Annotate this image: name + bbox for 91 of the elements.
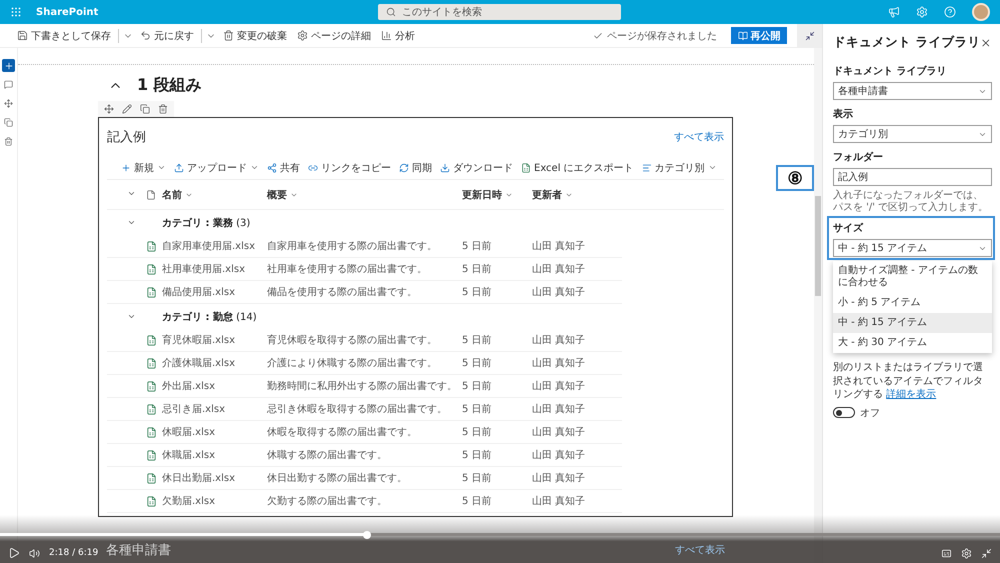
modified-cell-text: 5 日前	[462, 472, 493, 485]
summary-cell-text: 休職する際の届出書です。	[267, 448, 388, 462]
author-cell-text: 山田 真知子	[532, 448, 586, 462]
field-label: 表示	[833, 108, 854, 121]
file-name[interactable]: 休職届.xlsx	[162, 448, 267, 462]
modified-cell-text: 5 日前	[462, 286, 493, 299]
file-name[interactable]: 社用車使用届.xlsx	[162, 262, 267, 276]
modified-cell-text: 5 日前	[462, 380, 493, 393]
dropdown-option[interactable]: 大 - 約 30 アイテム	[833, 333, 992, 353]
toolbar-button[interactable]: ダウンロード	[440, 160, 513, 174]
field-hint: 入れ子になったフォルダーでは、パスを '/' で区切って入力します。	[833, 190, 990, 214]
file-name[interactable]: 外出届.xlsx	[162, 379, 267, 393]
file-name[interactable]: 育児休暇届.xlsx	[162, 333, 267, 347]
field-label: サイズ	[833, 222, 864, 235]
section-title: 1 段組み	[137, 74, 202, 96]
toolbar-button[interactable]: 同期	[399, 160, 432, 174]
modified-cell-text: 5 日前	[462, 449, 493, 462]
dropdown-option[interactable]: 小 - 約 5 アイテム	[833, 293, 992, 313]
author-cell-text: 山田 真知子	[532, 494, 586, 508]
view-button[interactable]: カテゴリ別	[642, 160, 717, 174]
toolbar-button[interactable]: アップロード	[174, 160, 259, 174]
see-all-link[interactable]: すべて表示	[675, 543, 725, 557]
file-name[interactable]: 介護休職届.xlsx	[162, 356, 267, 370]
author-cell-text: 山田 真知子	[532, 402, 586, 416]
summary-cell-text: 休日出勤する際の届出書です。	[267, 472, 408, 485]
author-cell-text: 山田 真知子	[532, 356, 586, 370]
step-number: ⑧	[776, 165, 814, 191]
file-name[interactable]: 自家用車使用届.xlsx	[162, 239, 267, 253]
file-name[interactable]: 忌引き届.xlsx	[162, 402, 267, 416]
author-cell-text: 山田 真知子	[532, 262, 586, 276]
dropdown-option[interactable]: 自動サイズ調整 - アイテムの数に合わせる	[833, 261, 992, 293]
author-cell-text: 山田 真知子	[532, 334, 586, 347]
group-title: カテゴリ : 業務 (3)	[162, 216, 252, 230]
modified-cell-text: 5 日前	[462, 403, 493, 416]
command-button[interactable]: 変更の破棄	[220, 28, 290, 42]
toolbar-button[interactable]: 新規	[121, 160, 166, 174]
group-title: カテゴリ : 勤怠 (14)	[162, 310, 258, 324]
author-cell-text: 山田 真知子	[532, 426, 586, 439]
details-link[interactable]: 詳細を表示	[886, 389, 936, 400]
toolbar-button[interactable]: Excel にエクスポート	[521, 160, 634, 174]
toolbar-button[interactable]: 共有	[267, 160, 300, 174]
command-button[interactable]: 分析	[378, 28, 418, 42]
playback-time: 2:18 / 6:19	[49, 548, 98, 558]
file-name[interactable]: 休日出勤届.xlsx	[162, 471, 267, 485]
author-cell-text: 山田 真知子	[532, 380, 586, 393]
file-name[interactable]: 休暇届.xlsx	[162, 425, 267, 439]
command-button[interactable]: ページの詳細	[294, 28, 374, 42]
column-header[interactable]: 名前	[162, 188, 267, 202]
app-name: SharePoint	[36, 6, 98, 18]
republish-button[interactable]: 再公開	[731, 27, 787, 44]
see-all-link[interactable]: すべて表示	[674, 130, 724, 144]
save-status: ページが保存されました	[607, 30, 717, 42]
command-button[interactable]: 元に戻す	[137, 28, 197, 42]
summary-cell-text: 休暇を取得する際の届出書です。	[267, 426, 418, 439]
summary-cell-text: 忌引き休暇を取得する際の届出書です。	[267, 402, 448, 416]
summary-cell-text: 欠勤する際の届出書です。	[267, 494, 388, 508]
summary-cell-text: 社用車を使用する際の届出書です。	[267, 262, 428, 276]
dropdown-field[interactable]: カテゴリ別	[833, 125, 992, 143]
modified-cell-text: 5 日前	[462, 334, 493, 347]
panel-title: ドキュメント ライブラリ	[833, 34, 980, 51]
input-field[interactable]: 記入例	[833, 168, 992, 186]
summary-cell-text: 勤務時間に私用外出する際の届出書です。	[267, 380, 458, 393]
column-header[interactable]: 更新日時	[462, 188, 532, 202]
column-header[interactable]: 概要	[267, 188, 462, 202]
summary-cell-text: 育児休暇を取得する際の届出書です。	[267, 334, 438, 347]
filter-description: 別のリストまたはライブラリで選択されているアイテムでフィルタリングする 詳細を表示	[833, 361, 984, 402]
file-name[interactable]: 備品使用届.xlsx	[162, 285, 267, 299]
dropdown-field[interactable]: 中 - 約 15 アイテム	[833, 239, 992, 257]
field-label: ドキュメント ライブラリ	[833, 64, 948, 78]
column-header[interactable]: 更新者	[532, 188, 622, 202]
modified-cell-text: 5 日前	[462, 263, 493, 276]
summary-cell-text: 備品を使用する際の届出書です。	[267, 286, 418, 299]
modified-cell-text: 5 日前	[462, 426, 493, 439]
summary-cell-text: 介護により休職する際の届出書です。	[267, 356, 438, 370]
field-label: フォルダー	[833, 150, 884, 164]
section-title: 各種申請書	[106, 542, 171, 559]
file-name[interactable]: 欠勤届.xlsx	[162, 494, 267, 508]
toggle-label: オフ	[860, 406, 880, 420]
toolbar-button[interactable]: リンクをコピー	[308, 160, 391, 174]
search-field[interactable]: このサイトを検索	[378, 4, 621, 20]
author-cell-text: 山田 真知子	[532, 472, 586, 485]
webpart-title: 記入例	[107, 129, 146, 146]
modified-cell-text: 5 日前	[462, 240, 493, 253]
summary-cell-text: 自家用車を使用する際の届出書です。	[267, 240, 438, 253]
command-button[interactable]: 下書きとして保存	[14, 28, 114, 42]
dropdown-field[interactable]: 各種申請書	[833, 82, 992, 100]
dropdown-option[interactable]: 中 - 約 15 アイテム	[833, 313, 992, 333]
author-cell-text: 山田 真知子	[532, 240, 586, 253]
modified-cell-text: 5 日前	[462, 495, 493, 508]
author-cell-text: 山田 真知子	[532, 286, 586, 299]
modified-cell-text: 5 日前	[462, 357, 493, 370]
